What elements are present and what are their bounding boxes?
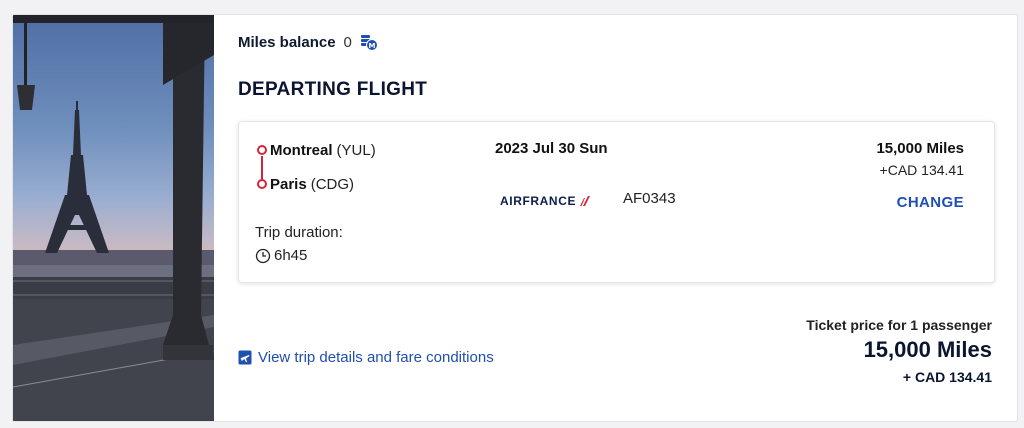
eiffel-tower-image xyxy=(13,15,214,421)
ticket-price-miles: 15,000 Miles xyxy=(863,337,992,362)
ticket-price-cad: + CAD 134.41 xyxy=(902,369,992,385)
view-trip-details-link[interactable]: View trip details and fare conditions xyxy=(238,349,494,366)
miles-balance-value: 0 xyxy=(343,33,352,51)
flight-card: Montreal (YUL) Paris (CDG) Trip duration… xyxy=(238,121,995,283)
svg-text:M: M xyxy=(368,42,375,50)
destination-dot-icon xyxy=(257,179,267,189)
airfrance-swoosh-icon xyxy=(580,196,591,206)
clock-icon xyxy=(255,248,271,263)
origin-dot-icon xyxy=(257,145,267,155)
view-trip-details-text[interactable]: View trip details and fare conditions xyxy=(258,349,494,366)
origin-stop: Montreal (YUL) xyxy=(257,140,376,160)
trip-duration: 6h45 xyxy=(255,247,307,264)
destination-code: (CDG) xyxy=(310,175,355,193)
fare-cad: +CAD 134.41 xyxy=(879,162,964,178)
route: Montreal (YUL) Paris (CDG) xyxy=(257,140,376,194)
destination-city: Paris xyxy=(270,175,307,193)
miles-balance: Miles balance 0 M xyxy=(238,33,378,51)
fare-miles: 15,000 Miles xyxy=(876,140,964,157)
ticket-price-label: Ticket price for 1 passenger xyxy=(806,317,992,333)
route-line xyxy=(261,156,263,180)
origin-city: Montreal xyxy=(270,141,333,159)
flight-number: AF0343 xyxy=(623,190,676,207)
trip-duration-label: Trip duration: xyxy=(255,224,343,241)
origin-code: (YUL) xyxy=(336,141,376,159)
airline-logo: AIRFRANCE xyxy=(500,194,591,208)
trip-duration-value: 6h45 xyxy=(274,247,308,264)
flight-date: 2023 Jul 30 Sun xyxy=(495,140,608,157)
plane-document-icon xyxy=(238,350,252,365)
airline-name: AIRFRANCE xyxy=(500,194,577,208)
destination-stop: Paris (CDG) xyxy=(257,174,376,194)
change-flight-button[interactable]: CHANGE xyxy=(897,194,964,211)
miles-balance-label: Miles balance xyxy=(238,33,336,51)
destination-photo xyxy=(13,15,214,421)
booking-card: Miles balance 0 M DEPARTING FLIGHT Montr… xyxy=(12,14,1018,422)
page-title: DEPARTING FLIGHT xyxy=(238,79,428,100)
flight-panel: Miles balance 0 M DEPARTING FLIGHT Montr… xyxy=(214,15,1017,421)
miles-wallet-icon: M xyxy=(360,33,378,51)
